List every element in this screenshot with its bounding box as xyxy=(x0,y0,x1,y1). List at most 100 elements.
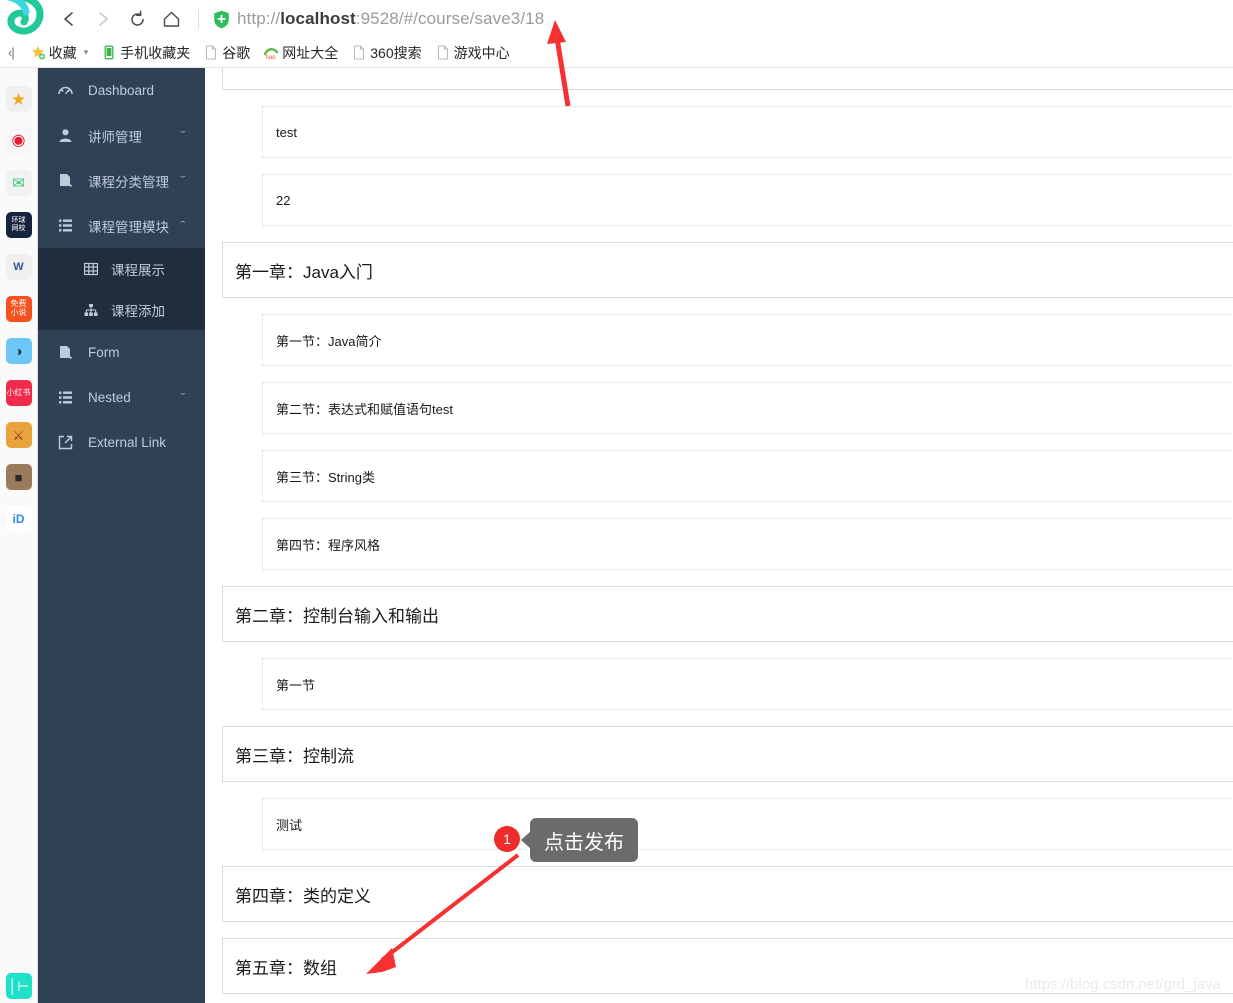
page-icon xyxy=(352,45,366,60)
chapter-title: 第四章：类的定义 xyxy=(235,886,371,906)
star-favorite-icon[interactable]: ★ xyxy=(5,86,32,112)
sidebar-item-nested[interactable]: Nested ˇ xyxy=(38,375,205,420)
sidebar-item-course-add[interactable]: 课程添加 xyxy=(38,289,205,330)
sidebar-item-form[interactable]: Form xyxy=(38,330,205,375)
section-row[interactable]: test xyxy=(262,106,1233,158)
sidebar-item-label: Nested xyxy=(88,390,131,405)
section-title: 第四节：程序风格 xyxy=(276,537,381,553)
app-sidebar: Dashboard 讲师管理 ˇ 课程分类管理 ˇ 课程管理模块 ˆ 课程展示 xyxy=(38,68,205,1003)
free-novel-icon[interactable]: 免费 小说 xyxy=(5,296,32,322)
section-row[interactable]: 第二节：表达式和赋值语句test xyxy=(262,382,1233,434)
chevron-down-icon[interactable]: ˇ xyxy=(181,392,186,404)
sidebar-item-course-category-management[interactable]: 课程分类管理 ˇ xyxy=(38,158,205,203)
section-row[interactable]: 第三节：String类 xyxy=(262,450,1233,502)
section-row[interactable]: 22 xyxy=(262,174,1233,226)
back-arrow-icon[interactable] xyxy=(52,0,86,38)
section-title: 第二节：表达式和赋值语句test xyxy=(276,401,453,417)
sitemap-icon xyxy=(83,303,99,317)
sidebar-submenu-label: 课程添加 xyxy=(111,303,165,319)
reload-icon[interactable] xyxy=(120,0,154,38)
bookmark-item-360search[interactable]: 360搜索 xyxy=(345,40,428,66)
chapter-card[interactable]: 第三章：控制流 xyxy=(222,726,1233,782)
sidebar-item-label: Form xyxy=(88,345,120,360)
bookmarks-collapse-icon[interactable]: ‹| xyxy=(8,45,15,60)
sidebar-item-teacher-management[interactable]: 讲师管理 ˇ xyxy=(38,113,205,158)
sidebar-item-label: 课程分类管理 xyxy=(88,174,169,190)
external-link-icon xyxy=(56,435,74,450)
bookmark-label: 360搜索 xyxy=(370,44,422,61)
game-tank-icon[interactable]: ■ xyxy=(5,464,32,490)
game-cat-icon[interactable]: ◑ xyxy=(5,338,32,364)
svg-text:hao: hao xyxy=(266,55,277,60)
main-content: test 22 第一章：Java入门 第一节：Java简介 第二节：表达式和赋值… xyxy=(205,68,1233,1003)
list-icon xyxy=(56,218,74,233)
browser-toolbar: http://localhost:9528/#/course/save3/18 xyxy=(0,0,1233,38)
bookmark-label: 收藏 xyxy=(48,44,77,61)
sidebar-item-dashboard[interactable]: Dashboard xyxy=(38,68,205,113)
weibo-icon[interactable]: ◉ xyxy=(5,128,32,154)
section-row[interactable]: 第四节：程序风格 xyxy=(262,518,1233,570)
bookmark-label: 网址大全 xyxy=(282,44,339,61)
baidu-pan-icon[interactable]: iD xyxy=(5,506,32,532)
section-title: 第一节 xyxy=(276,677,316,693)
game-hero-icon[interactable]: ⚔ xyxy=(5,422,32,448)
chevron-up-icon[interactable]: ˆ xyxy=(181,220,186,232)
hao-icon: hao xyxy=(264,45,279,61)
word-doc-icon[interactable]: W xyxy=(5,254,32,280)
chevron-down-icon[interactable]: ˇ xyxy=(181,175,186,187)
chevron-down-icon[interactable]: ˇ xyxy=(181,130,186,142)
sidebar-item-course-display[interactable]: 课程展示 xyxy=(38,248,205,289)
url-host: localhost xyxy=(280,9,356,28)
phone-icon xyxy=(102,45,116,60)
section-row[interactable]: 第一节 xyxy=(262,658,1233,710)
toolbar-divider xyxy=(198,9,199,29)
chapter-card[interactable]: 第四章：类的定义 xyxy=(222,866,1233,922)
section-title: 第一节：Java简介 xyxy=(276,333,382,349)
home-icon[interactable] xyxy=(154,0,188,38)
sidebar-item-label: 讲师管理 xyxy=(88,129,142,145)
chapter-card[interactable]: 第二章：控制台输入和输出 xyxy=(222,586,1233,642)
bookmark-item-google[interactable]: 谷歌 xyxy=(197,40,257,66)
page-icon xyxy=(436,45,450,60)
sidebar-item-label: External Link xyxy=(88,435,167,450)
sidebar-submenu-label: 课程展示 xyxy=(111,262,165,278)
bookmark-item-mobile-favorites[interactable]: 手机收藏夹 xyxy=(95,40,197,66)
bookmark-item-hao123[interactable]: hao 网址大全 xyxy=(257,40,345,66)
sidebar-item-label: 课程管理模块 xyxy=(88,219,169,235)
app-logo-icon[interactable]: │⊢ xyxy=(6,973,32,999)
chapter-card[interactable]: 第一章：Java入门 xyxy=(222,242,1233,298)
section-title: 测试 xyxy=(276,817,303,833)
chapter-card[interactable] xyxy=(222,68,1233,90)
huanqiu-icon[interactable]: 环球 网校 xyxy=(5,212,32,238)
mail-icon[interactable]: ✉ xyxy=(5,170,32,196)
bookmark-item-gamecenter[interactable]: 游戏中心 xyxy=(429,40,517,66)
browser-side-dock: ★ ◉ ✉ 环球 网校 W 免费 小说 ◑ 小红书 ⚔ ■ iD │⊢ xyxy=(0,68,38,1003)
chapter-title: 第一章：Java入门 xyxy=(235,262,373,282)
xiaohongshu-icon[interactable]: 小红书 xyxy=(5,380,32,406)
section-row[interactable]: 测试 xyxy=(262,798,1233,850)
section-row[interactable]: 第一节：Java简介 xyxy=(262,314,1233,366)
sidebar-item-label: Dashboard xyxy=(88,83,155,98)
sidebar-item-external-link[interactable]: External Link xyxy=(38,420,205,465)
url-scheme: http:// xyxy=(237,9,281,28)
address-bar[interactable]: http://localhost:9528/#/course/save3/18 xyxy=(209,0,544,38)
watermark-text: https://blog.csdn.net/grd_java xyxy=(1025,976,1221,993)
grid-icon xyxy=(83,262,99,276)
doc-edit-icon xyxy=(56,345,74,360)
sidebar-item-course-management-module[interactable]: 课程管理模块 ˆ xyxy=(38,203,205,248)
chevron-down-icon[interactable]: ▾ xyxy=(84,47,89,58)
chapter-title: 第五章：数组 xyxy=(235,958,337,978)
bookmark-item-favorites[interactable]: 收藏 ▾ xyxy=(24,40,96,66)
shield-icon xyxy=(213,10,230,29)
bookmark-label: 谷歌 xyxy=(222,44,251,61)
